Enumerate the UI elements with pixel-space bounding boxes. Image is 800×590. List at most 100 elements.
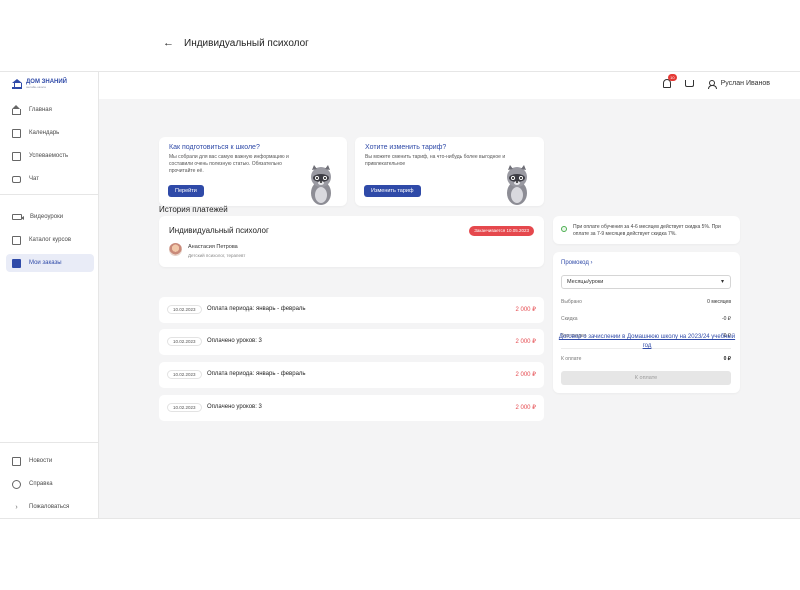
sidebar-item-chat[interactable]: Чат bbox=[6, 170, 94, 188]
sidebar-item-label: Каталог курсов bbox=[29, 237, 72, 243]
payment-description: Оплата периода: январь - февраль bbox=[207, 371, 306, 377]
video-icon bbox=[12, 214, 22, 220]
sidebar-item-label: Справка bbox=[29, 481, 53, 487]
user-icon bbox=[707, 79, 717, 89]
summary-label: Скидка bbox=[561, 316, 578, 322]
go-button[interactable]: Перейти bbox=[168, 185, 204, 197]
back-arrow-icon[interactable]: ← bbox=[163, 37, 174, 49]
arrow-icon: › bbox=[15, 503, 18, 511]
payment-row[interactable]: 10.02.2023 Оплачено уроков: 3 2 000 ₽ bbox=[159, 395, 544, 421]
expiry-badge: Заканчивается 10.05.2023 bbox=[469, 226, 534, 236]
sidebar-item-progress[interactable]: Успеваемость bbox=[6, 147, 94, 165]
top-bar-actions: 10 Руслан Иванов bbox=[662, 74, 770, 89]
sidebar-item-report[interactable]: › Пожаловаться bbox=[6, 498, 94, 516]
total-label: К оплате bbox=[561, 356, 582, 362]
user-name: Руслан Иванов bbox=[720, 80, 770, 87]
payment-description: Оплачено уроков: 3 bbox=[207, 338, 262, 344]
promo-card-school: Как подготовиться к школе? Мы собрали дл… bbox=[159, 137, 347, 206]
discount-info-text: При оплате обучения за 4-6 месяцев дейст… bbox=[573, 224, 721, 237]
summary-row-selected: Выбрано 0 месяцев bbox=[561, 299, 731, 305]
sidebar-item-home[interactable]: Главная bbox=[6, 101, 94, 119]
discount-info-card: При оплате обучения за 4-6 месяцев дейст… bbox=[553, 216, 740, 244]
history-title: История платежей bbox=[159, 205, 228, 214]
sidebar-item-label: Мои заказы bbox=[29, 260, 62, 266]
period-select[interactable]: Месяцы/уроки ▾ bbox=[561, 275, 731, 289]
logo[interactable]: ДОМ ЗНАНИЙ онлайн-школа bbox=[12, 79, 67, 89]
home-icon bbox=[12, 104, 21, 115]
course-card: Индивидуальный психолог Заканчивается 10… bbox=[159, 216, 544, 267]
top-bar: 10 Руслан Иванов bbox=[99, 72, 800, 99]
sidebar-divider bbox=[0, 194, 99, 195]
logo-icon bbox=[12, 79, 22, 89]
sidebar: ДОМ ЗНАНИЙ онлайн-школа Главная Календар… bbox=[0, 72, 99, 518]
payment-row[interactable]: 10.02.2023 Оплата периода: январь - февр… bbox=[159, 362, 544, 388]
page-title: Индивидуальный психолог bbox=[184, 37, 309, 49]
period-select-value: Месяцы/уроки bbox=[567, 279, 604, 285]
user-menu[interactable]: Руслан Иванов bbox=[707, 79, 770, 89]
promo-text: Мы собрали для вас самую важную информац… bbox=[169, 154, 289, 174]
sidebar-item-catalog[interactable]: Каталог курсов bbox=[6, 231, 94, 249]
catalog-icon bbox=[12, 235, 21, 245]
pay-button[interactable]: К оплате bbox=[561, 371, 731, 385]
sidebar-item-label: Новости bbox=[29, 458, 53, 464]
payment-date: 10.02.2023 bbox=[167, 337, 202, 346]
sidebar-item-orders[interactable]: Мои заказы bbox=[6, 254, 94, 272]
page-header: ← Индивидуальный психолог bbox=[163, 37, 309, 49]
cart-icon[interactable] bbox=[684, 80, 694, 87]
chat-icon bbox=[12, 175, 21, 183]
sidebar-item-label: Главная bbox=[29, 107, 52, 113]
news-icon bbox=[12, 456, 21, 466]
sidebar-item-label: Видеоуроки bbox=[30, 214, 64, 220]
promo-code-link[interactable]: Промокод › bbox=[561, 260, 593, 266]
discount-icon bbox=[561, 226, 567, 232]
sidebar-item-label: Успеваемость bbox=[29, 153, 69, 159]
summary-label: Выбрано bbox=[561, 299, 582, 305]
payment-date: 10.02.2023 bbox=[167, 305, 202, 314]
checkout-card: Промокод › Месяцы/уроки ▾ Выбрано 0 меся… bbox=[553, 252, 740, 393]
promo-title: Хотите изменить тариф? bbox=[365, 144, 447, 151]
promo-code-label: Промокод bbox=[561, 260, 589, 266]
sidebar-item-label: Чат bbox=[29, 176, 39, 182]
sidebar-item-video[interactable]: Видеоуроки bbox=[6, 208, 94, 226]
payment-amount: 2 000 ₽ bbox=[515, 307, 537, 313]
raccoon-illustration bbox=[507, 165, 527, 205]
orders-icon bbox=[12, 258, 21, 268]
sidebar-item-news[interactable]: Новости bbox=[6, 452, 94, 470]
summary-row-total: К оплате 0 ₽ bbox=[561, 356, 731, 362]
raccoon-illustration bbox=[311, 165, 331, 205]
promo-title: Как подготовиться к школе? bbox=[169, 144, 260, 151]
change-tariff-button[interactable]: Изменить тариф bbox=[364, 185, 421, 197]
sidebar-item-label: Календарь bbox=[29, 130, 60, 136]
contract-link[interactable]: Договор о зачислении в Домашнюю школу на… bbox=[555, 333, 739, 351]
total-value: 0 ₽ bbox=[723, 356, 731, 362]
progress-icon bbox=[12, 151, 21, 161]
chevron-right-icon: › bbox=[590, 260, 593, 266]
payment-description: Оплата периода: январь - февраль bbox=[207, 306, 306, 312]
notification-badge: 10 bbox=[668, 74, 677, 81]
payment-amount: 2 000 ₽ bbox=[515, 405, 537, 411]
bell-icon[interactable]: 10 bbox=[662, 74, 677, 88]
payment-amount: 2 000 ₽ bbox=[515, 372, 537, 378]
teacher-name: Анастасия Петрова bbox=[188, 244, 238, 250]
sidebar-divider bbox=[0, 442, 99, 443]
sidebar-item-label: Пожаловаться bbox=[29, 504, 70, 510]
teacher-role: Детский психолог, терапевт bbox=[188, 253, 246, 258]
course-title: Индивидуальный психолог bbox=[169, 226, 269, 235]
chevron-down-icon: ▾ bbox=[720, 279, 724, 285]
help-icon bbox=[12, 479, 21, 489]
payment-date: 10.02.2023 bbox=[167, 403, 202, 412]
calendar-icon bbox=[12, 128, 21, 138]
payment-amount: 2 000 ₽ bbox=[515, 339, 537, 345]
payment-row[interactable]: 10.02.2023 Оплачено уроков: 3 2 000 ₽ bbox=[159, 329, 544, 355]
payment-description: Оплачено уроков: 3 bbox=[207, 404, 262, 410]
payment-date: 10.02.2023 bbox=[167, 370, 202, 379]
sidebar-item-help[interactable]: Справка bbox=[6, 475, 94, 493]
summary-value: 0 месяцев bbox=[707, 299, 731, 305]
promo-card-tariff: Хотите изменить тариф? Вы можете сменить… bbox=[355, 137, 544, 206]
payment-row[interactable]: 10.02.2023 Оплата периода: январь - февр… bbox=[159, 297, 544, 323]
brand-tagline: онлайн-школа bbox=[26, 85, 46, 89]
sidebar-item-calendar[interactable]: Календарь bbox=[6, 124, 94, 142]
avatar bbox=[169, 243, 182, 256]
summary-row-discount: Скидка -0 ₽ bbox=[561, 316, 731, 322]
summary-value: -0 ₽ bbox=[721, 316, 731, 322]
